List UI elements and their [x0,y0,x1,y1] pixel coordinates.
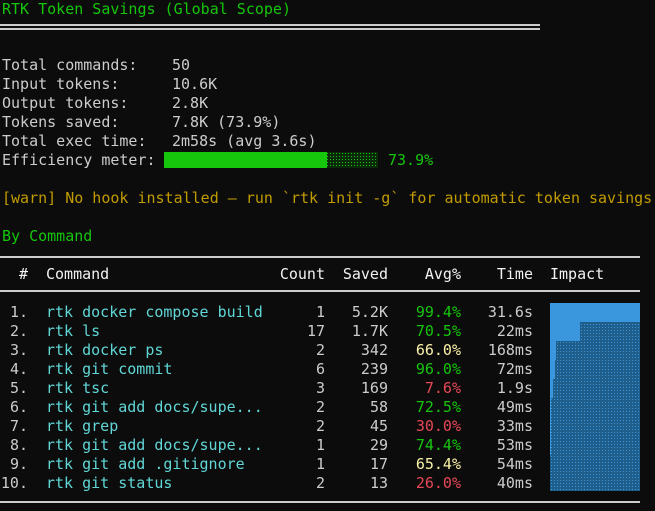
row-index: 1. [9,303,28,321]
row-saved: 342 [360,341,388,359]
row-count: 1 [315,455,325,473]
table-header-row: # Command Count Saved Avg% Time Impact [0,265,655,284]
row-saved: 239 [360,360,388,378]
col-index-header: # [18,265,28,283]
row-saved: 17 [369,455,388,473]
output-tokens-value: 2.8K [172,94,209,112]
row-saved: 29 [369,436,388,454]
row-index: 4. [9,360,28,378]
by-command-heading: By Command [2,227,93,245]
output-tokens-label: Output tokens: [2,94,129,112]
input-tokens-label: Input tokens: [2,75,120,93]
title-double-rule [0,24,540,30]
row-index: 3. [9,341,28,359]
row-saved: 45 [369,417,388,435]
tokens-saved-value: 7.8K (73.9%) [172,113,281,131]
row-command: rtk tsc [46,379,110,397]
row-avg-percent: 66.0% [415,341,461,359]
table-top-rule [0,256,640,258]
row-command: rtk ls [46,322,101,340]
impact-hatch-area [550,320,640,491]
impact-bar [550,436,551,455]
row-time: 31.6s [487,303,533,321]
exec-time-value: 2m58s (avg 3.6s) [172,132,317,150]
col-impact-header: Impact [550,265,605,283]
table-header-rule [0,290,640,292]
row-time: 40ms [496,474,533,492]
row-saved: 58 [369,398,388,416]
row-index: 2. [9,322,28,340]
impact-bar [550,417,551,436]
row-index: 6. [9,398,28,416]
row-avg-percent: 72.5% [415,398,461,416]
row-index: 7. [9,417,28,435]
row-command: rtk git add docs/supe... [46,436,263,454]
row-avg-percent: 65.4% [415,455,461,473]
table-bottom-rule [0,501,640,503]
tokens-saved-label: Tokens saved: [2,113,120,131]
row-count: 3 [315,379,325,397]
row-command: rtk docker ps [46,341,164,359]
input-tokens-value: 10.6K [172,75,218,93]
col-saved-header: Saved [342,265,388,283]
row-count: 2 [315,474,325,492]
row-count: 2 [315,417,325,435]
row-count: 6 [315,360,325,378]
row-time: 33ms [496,417,533,435]
row-time: 49ms [496,398,533,416]
row-index: 9. [9,455,28,473]
row-avg-percent: 70.5% [415,322,461,340]
impact-bar [550,341,556,360]
row-command: rtk git add .gitignore [46,455,245,473]
warning-message: [warn] No hook installed — run `rtk init… [2,189,653,207]
row-command: rtk git add docs/supe... [46,398,263,416]
row-count: 2 [315,398,325,416]
impact-bar [550,398,551,417]
col-avg-header: Avg% [424,265,461,283]
row-avg-percent: 74.4% [415,436,461,454]
row-command: rtk grep [46,417,119,435]
row-index: 10. [0,474,28,492]
row-count: 1 [315,436,325,454]
impact-bar [550,360,555,379]
impact-bar [550,322,580,341]
summary-total-commands: Total commands: [2,56,137,75]
row-command: rtk docker compose build [46,303,263,321]
exec-time-label: Total exec time: [2,132,147,150]
row-index: 5. [9,379,28,397]
row-saved: 1.7K [351,322,388,340]
col-time-header: Time [496,265,533,283]
row-time: 168ms [487,341,533,359]
row-time: 22ms [496,322,533,340]
row-time: 54ms [496,455,533,473]
col-command-header: Command [46,265,110,283]
row-saved: 13 [369,474,388,492]
col-count-header: Count [279,265,325,283]
row-time: 53ms [496,436,533,454]
total-commands-value: 50 [172,56,191,74]
row-saved: 169 [360,379,388,397]
row-index: 8. [9,436,28,454]
row-count: 2 [315,341,325,359]
efficiency-label: Efficiency meter: [2,151,156,169]
report-title: RTK Token Savings (Global Scope) [2,0,291,18]
row-count: 1 [315,303,325,321]
row-avg-percent: 26.0% [415,474,461,492]
row-time: 72ms [496,360,533,378]
row-avg-percent: 96.0% [415,360,461,378]
row-saved: 5.2K [351,303,388,321]
efficiency-meter-fill [164,152,327,168]
row-time: 1.9s [496,379,533,397]
row-avg-percent: 7.6% [424,379,461,397]
impact-bar [550,303,640,322]
efficiency-percent: 73.9% [388,151,434,169]
row-count: 17 [306,322,325,340]
total-commands-label: Total commands: [2,56,138,74]
row-command: rtk git commit [46,360,173,378]
impact-bar [550,379,553,398]
row-avg-percent: 30.0% [415,417,461,435]
row-command: rtk git status [46,474,173,492]
row-avg-percent: 99.4% [415,303,461,321]
